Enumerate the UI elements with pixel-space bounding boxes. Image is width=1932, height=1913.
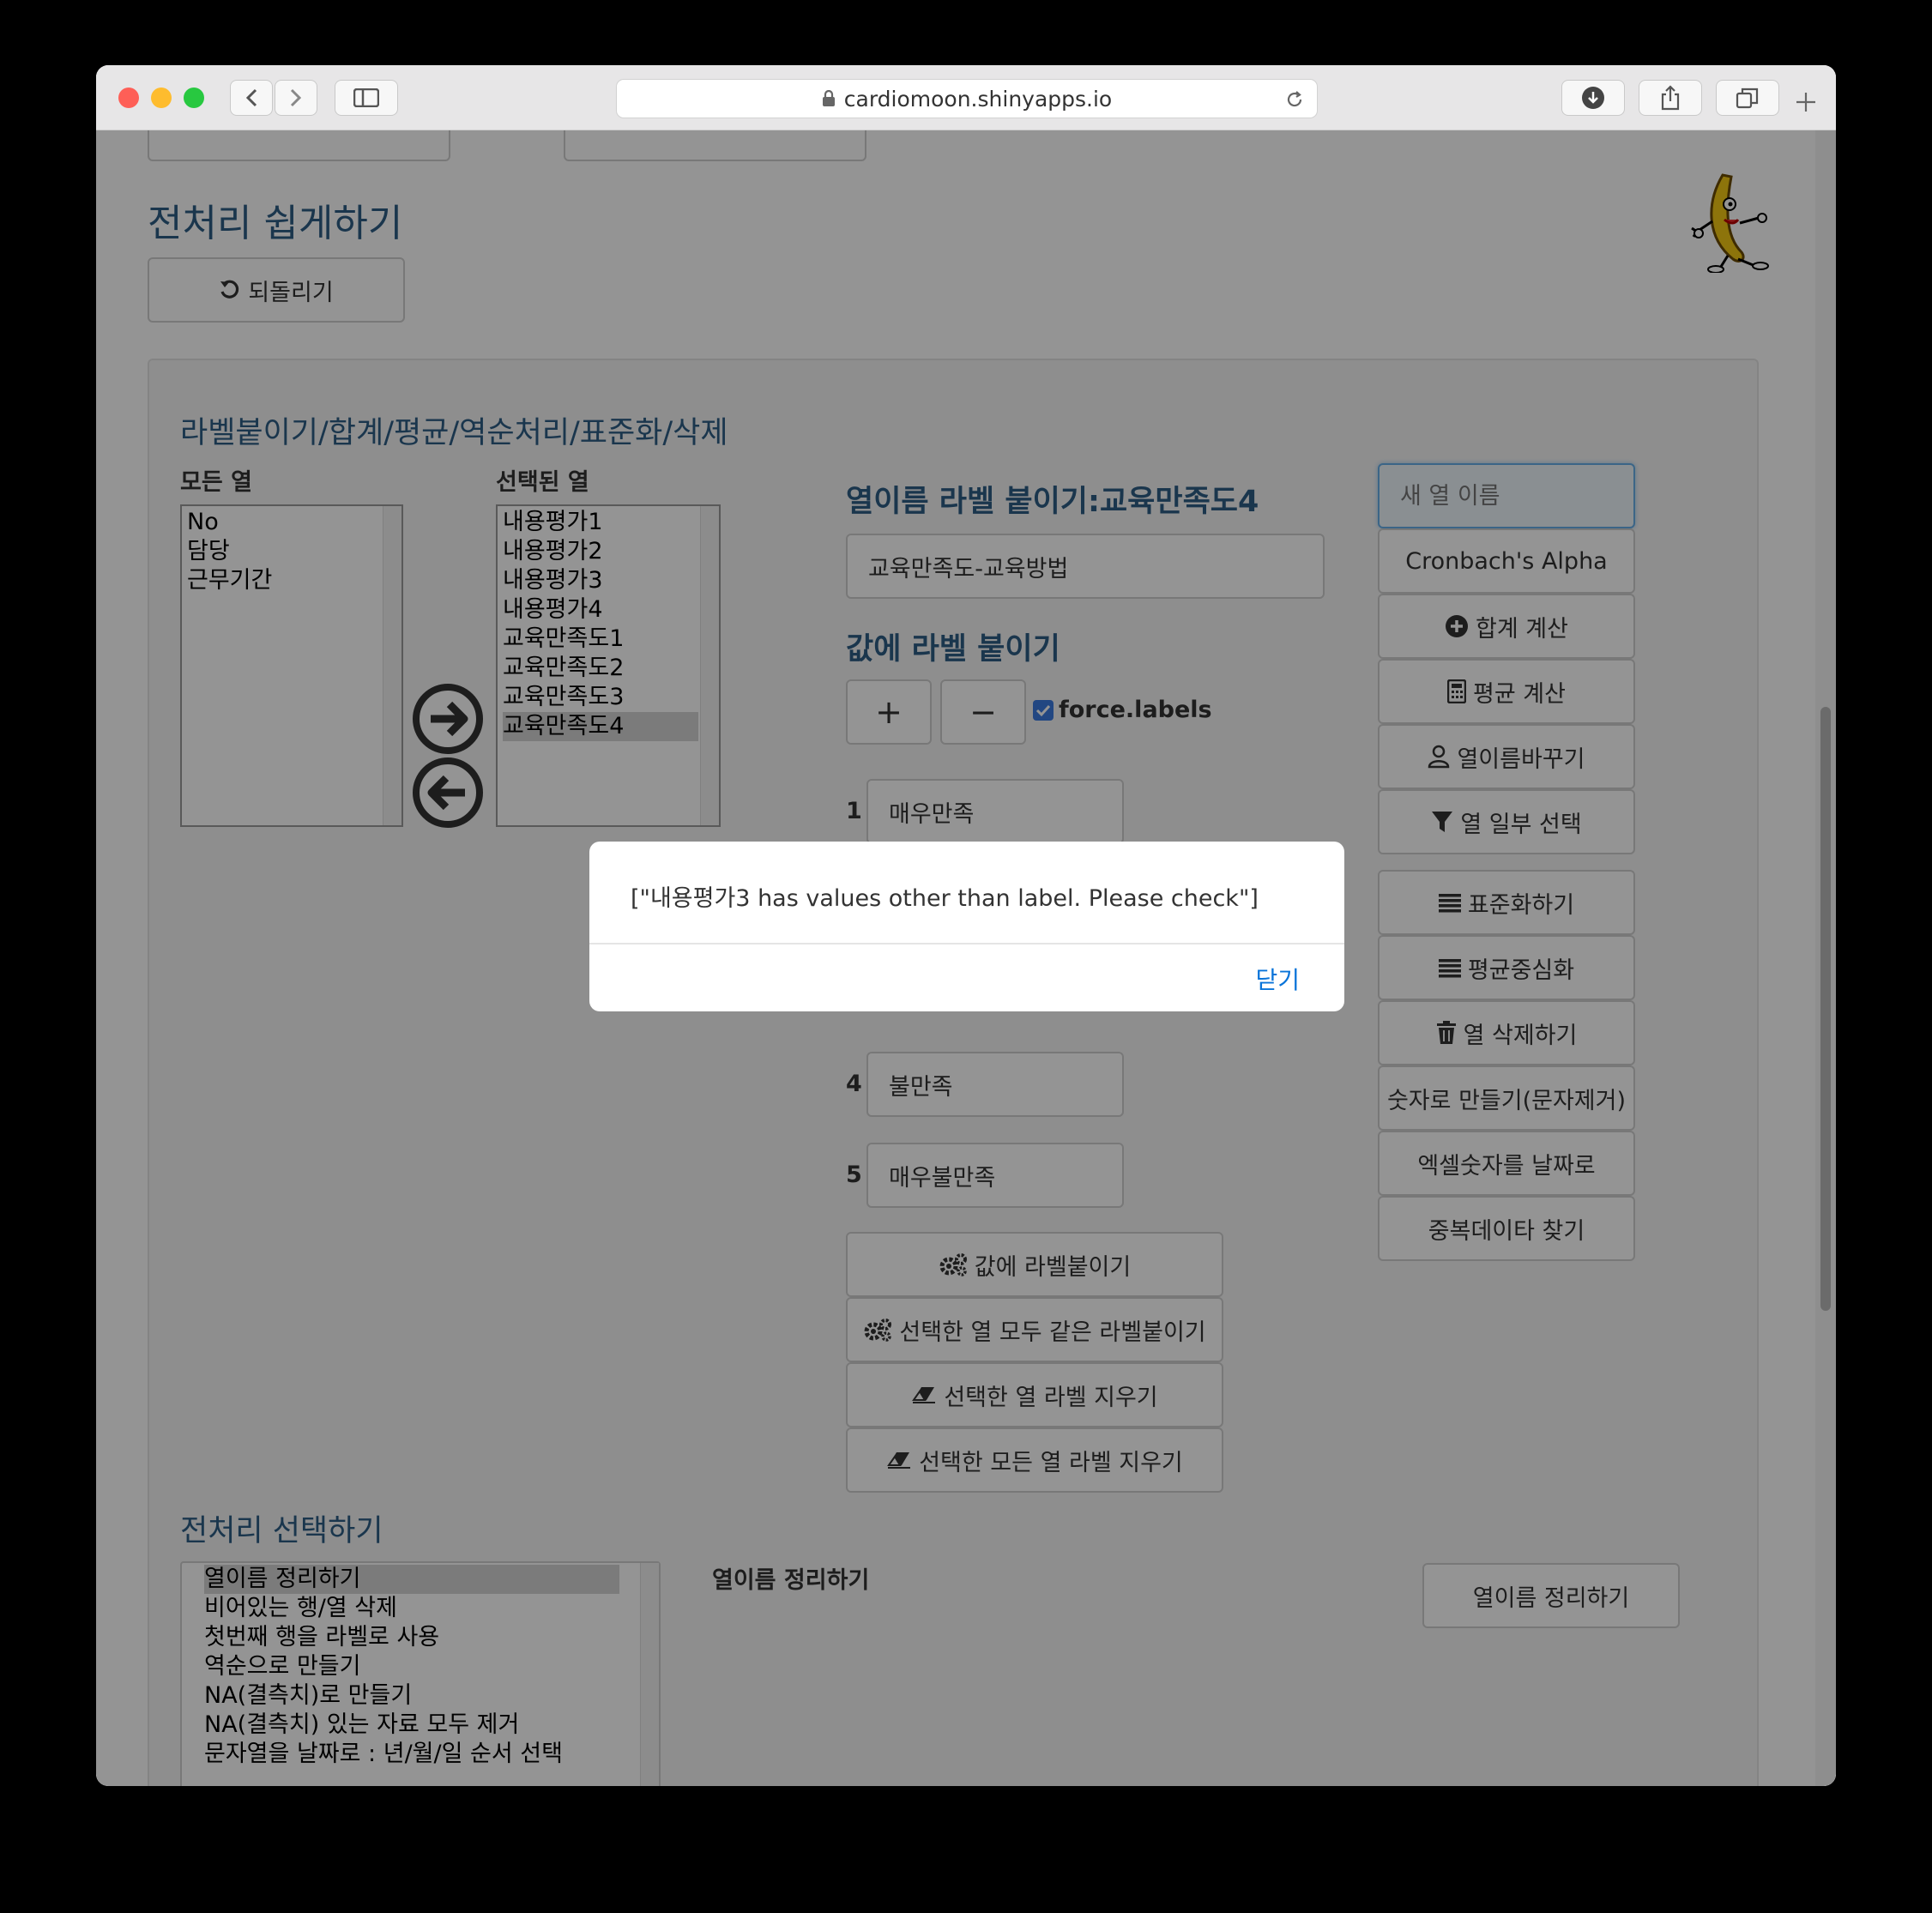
download-icon <box>1581 86 1605 110</box>
back-button[interactable] <box>230 80 273 116</box>
alert-dialog: ["내용평가3 has values other than label. Ple… <box>589 842 1344 1011</box>
reload-icon[interactable] <box>1284 89 1305 110</box>
browser-toolbar: cardiomoon.shinyapps.io <box>96 65 1836 130</box>
close-window-button[interactable] <box>118 88 139 108</box>
chevron-right-icon <box>290 88 302 107</box>
share-icon <box>1659 85 1681 111</box>
dialog-message: ["내용평가3 has values other than label. Ple… <box>631 885 1259 912</box>
tabs-icon <box>1736 87 1760 109</box>
url-text: cardiomoon.shinyapps.io <box>843 86 1113 112</box>
lock-icon <box>822 90 836 107</box>
tabs-overview-button[interactable] <box>1716 80 1779 116</box>
zoom-window-button[interactable] <box>184 88 204 108</box>
new-tab-button[interactable] <box>1795 91 1817 113</box>
downloads-button[interactable] <box>1561 80 1625 116</box>
browser-window: cardiomoon.shinyapps.io 전처리 쉽게하기 되돌리기 라벨… <box>96 65 1836 1786</box>
page-content: 전처리 쉽게하기 되돌리기 라벨붙이기/합계/평균/역순처리/표준화/삭제 모든… <box>96 130 1836 1786</box>
forward-button[interactable] <box>275 80 317 116</box>
sidebar-icon <box>353 88 379 107</box>
dialog-divider <box>589 943 1344 944</box>
dialog-close-button[interactable]: 닫기 <box>1255 962 1300 996</box>
share-button[interactable] <box>1639 80 1702 116</box>
minimize-window-button[interactable] <box>151 88 172 108</box>
plus-icon <box>1795 91 1817 113</box>
sidebar-button[interactable] <box>335 80 398 116</box>
chevron-left-icon <box>245 88 257 107</box>
address-bar[interactable]: cardiomoon.shinyapps.io <box>616 79 1318 118</box>
